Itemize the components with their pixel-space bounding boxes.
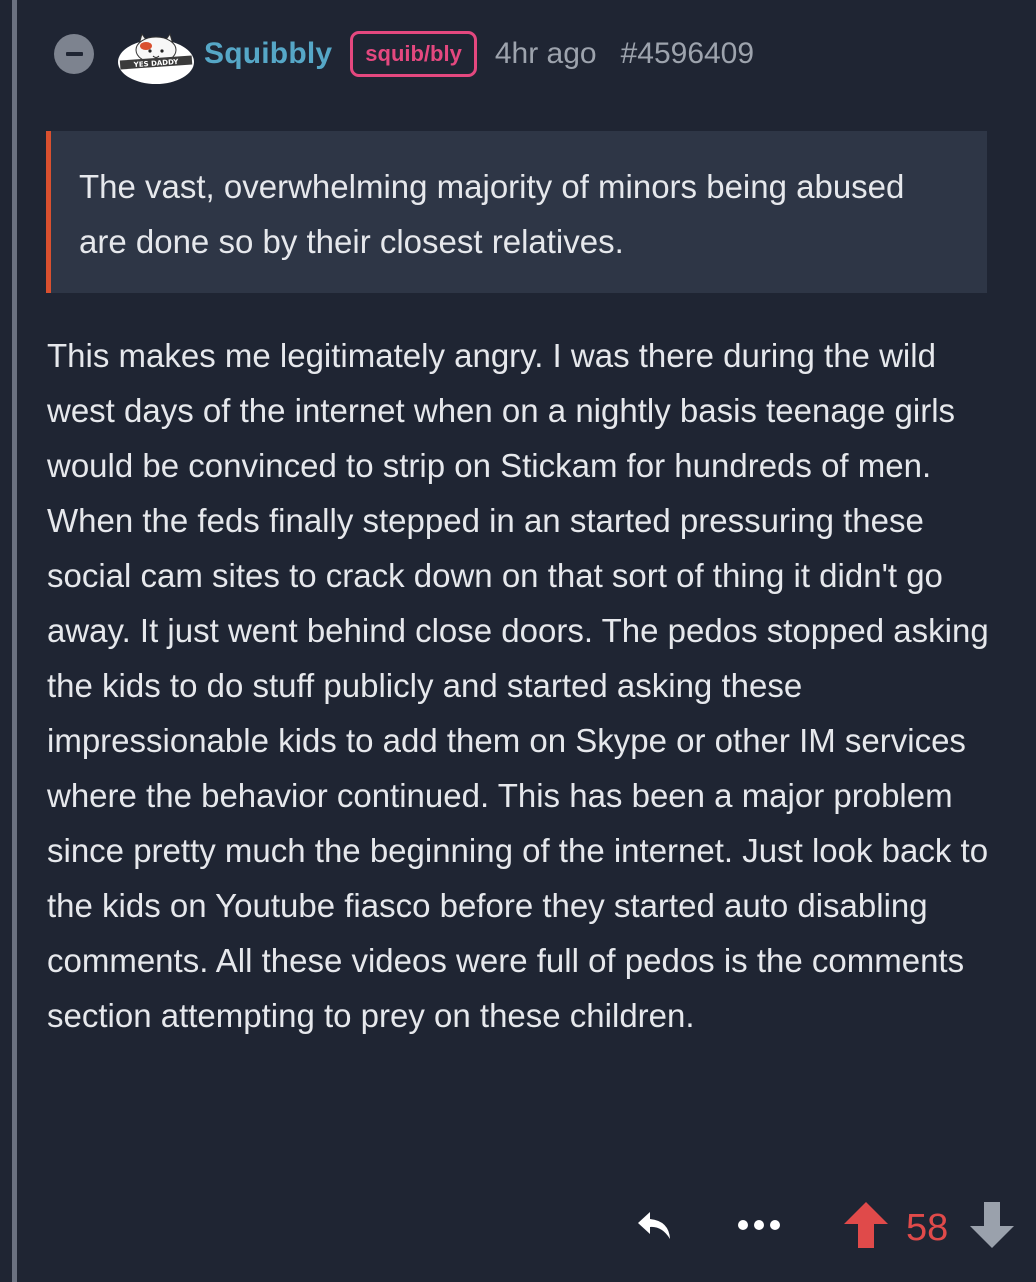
thread-line[interactable] — [12, 0, 17, 1282]
minus-icon — [65, 52, 83, 56]
arrow-down-icon[interactable] — [968, 1200, 1016, 1250]
comment-id-link[interactable]: #4596409 — [621, 37, 754, 71]
avatar[interactable]: YES DADDY — [116, 22, 196, 86]
arrow-up-icon[interactable] — [842, 1200, 890, 1250]
username-link[interactable]: Squibbly — [204, 37, 332, 71]
comment-timestamp: 4hr ago — [494, 37, 597, 70]
comment-actions-bar: 58 — [0, 1198, 1036, 1258]
quoted-text-block: The vast, overwhelming majority of minor… — [46, 131, 987, 293]
vote-score: 58 — [906, 1207, 949, 1249]
more-dots-icon[interactable] — [735, 1212, 783, 1238]
comment-header: YES DADDY Squibbly squib/bly 4hr ago #45… — [54, 22, 754, 86]
user-flair-badge[interactable]: squib/bly — [350, 31, 477, 77]
comment-body: This makes me legitimately angry. I was … — [47, 337, 989, 1034]
collapse-button[interactable] — [54, 34, 94, 74]
reply-arrow-icon[interactable] — [634, 1206, 676, 1246]
